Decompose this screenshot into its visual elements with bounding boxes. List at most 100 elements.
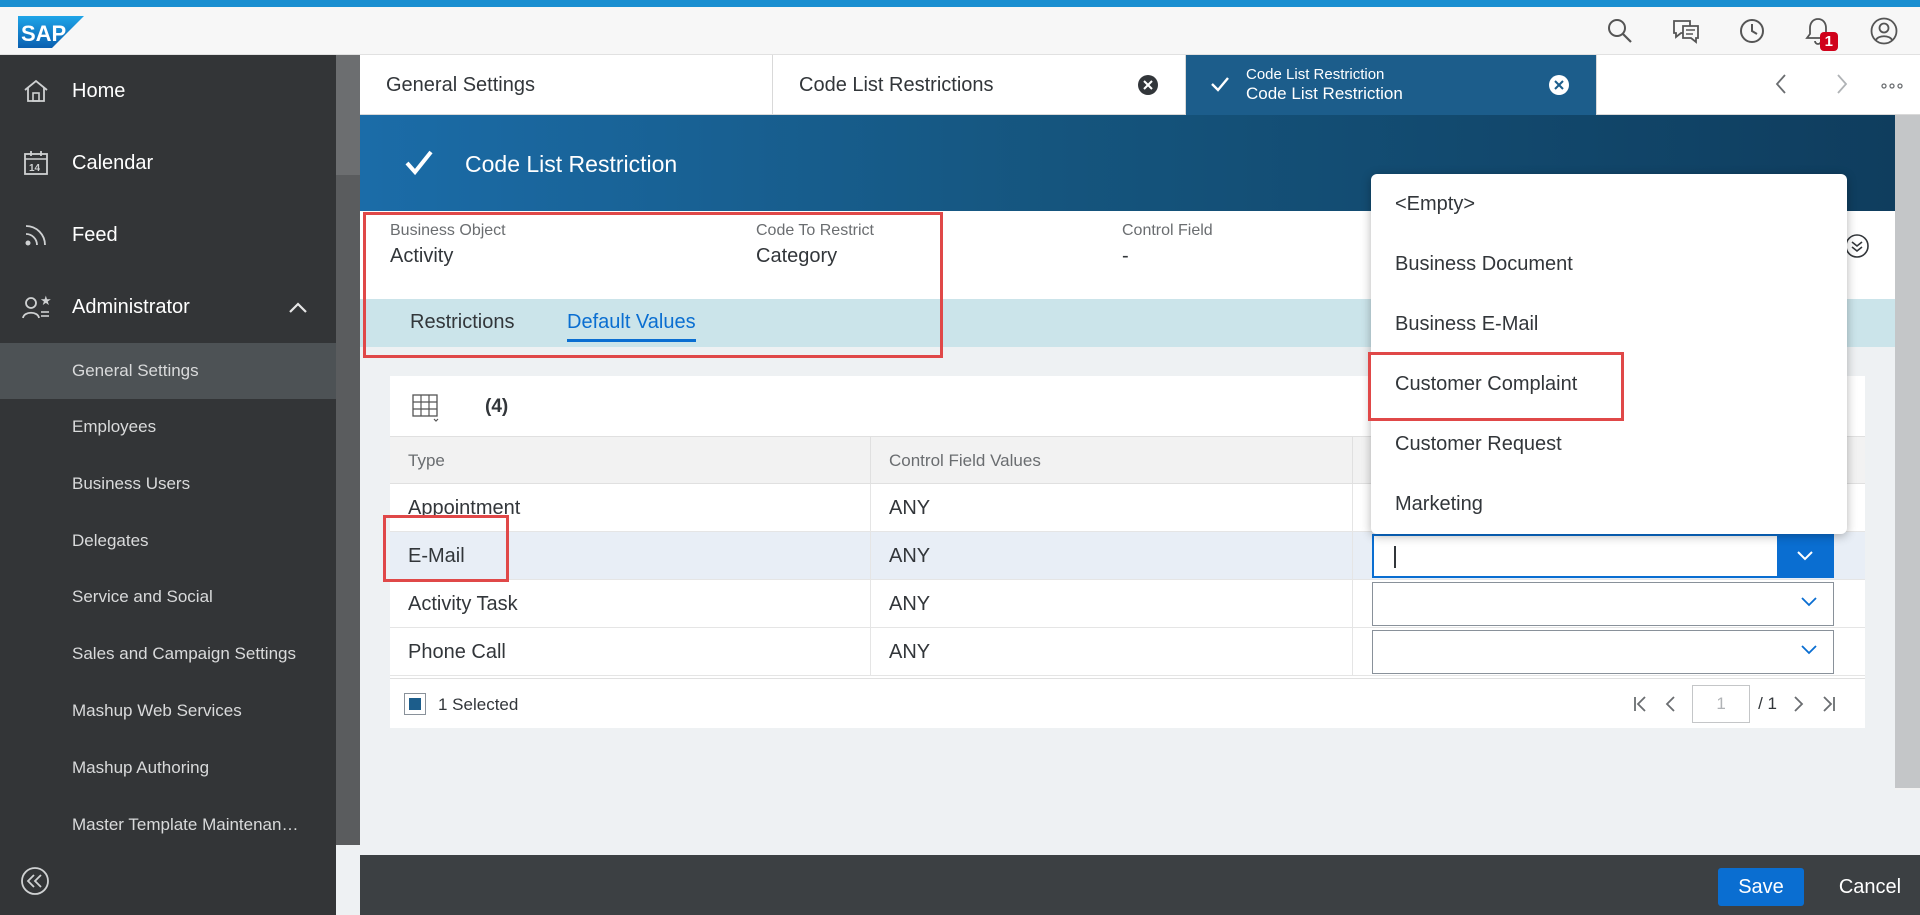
sidebar-scrollbar[interactable] bbox=[336, 55, 360, 845]
chevron-up-icon[interactable] bbox=[288, 297, 308, 320]
tab-general-settings[interactable]: General Settings bbox=[360, 55, 773, 115]
sidebar-item-home[interactable]: Home bbox=[0, 55, 336, 127]
cell-control-field-values: ANY bbox=[871, 580, 1353, 628]
last-page-icon[interactable] bbox=[1819, 694, 1837, 714]
sidebar-item-label: Home bbox=[72, 79, 126, 102]
tab-label: Code List Restriction bbox=[1246, 84, 1403, 103]
next-page-icon[interactable] bbox=[1791, 694, 1805, 714]
cell-control-field-values: ANY bbox=[871, 484, 1353, 532]
dropdown-option-marketing[interactable]: Marketing bbox=[1371, 474, 1847, 534]
table-row[interactable]: E-Mail ANY bbox=[390, 532, 1865, 580]
field-label: Business Object bbox=[390, 222, 506, 239]
chevron-down-icon[interactable] bbox=[1799, 643, 1819, 662]
sidebar-item-sales-and-campaign-settings[interactable]: Sales and Campaign Settings bbox=[0, 626, 336, 682]
default-value-select[interactable] bbox=[1372, 630, 1834, 674]
tab-code-list-restrictions[interactable]: Code List Restrictions bbox=[773, 55, 1186, 115]
cell-type: E-Mail bbox=[390, 532, 871, 580]
sidebar-item-calendar[interactable]: 14 Calendar bbox=[0, 127, 336, 199]
sidebar-item-administrator[interactable]: ★ Administrator bbox=[0, 271, 336, 343]
history-icon[interactable] bbox=[1730, 13, 1774, 49]
calendar-icon: 14 bbox=[0, 149, 72, 177]
sidebar-item-master-template-maintenance[interactable]: Master Template Maintenan… bbox=[0, 797, 336, 853]
sidebar-item-feed[interactable]: Feed bbox=[0, 199, 336, 271]
dropdown-option-customer-complaint[interactable]: Customer Complaint bbox=[1371, 354, 1847, 414]
sidebar-item-general-settings[interactable]: General Settings bbox=[0, 343, 336, 399]
previous-page-icon[interactable] bbox=[1664, 694, 1678, 714]
user-icon[interactable] bbox=[1862, 13, 1906, 49]
field-value: - bbox=[1122, 245, 1129, 267]
sidebar-item-business-users[interactable]: Business Users bbox=[0, 456, 336, 512]
sidebar-item-label: Administrator bbox=[72, 295, 190, 318]
sidebar-item-mashup-web-services[interactable]: Mashup Web Services bbox=[0, 683, 336, 739]
cell-control-field-values: ANY bbox=[871, 532, 1353, 580]
sidebar-item-employees[interactable]: Employees bbox=[0, 399, 336, 455]
page-title: Code List Restriction bbox=[465, 151, 678, 177]
cell-type: Activity Task bbox=[390, 580, 871, 628]
selected-count-text: 1 Selected bbox=[438, 695, 519, 714]
cancel-button[interactable]: Cancel bbox=[1835, 868, 1905, 906]
tab-code-list-restriction[interactable]: Code List Restriction Code List Restrict… bbox=[1186, 55, 1597, 115]
dropdown-toggle-button[interactable] bbox=[1777, 536, 1832, 576]
calendar-icon-text: 14 bbox=[29, 163, 41, 174]
shell-bar: SAP 1 bbox=[0, 7, 1920, 55]
select-all-checkbox[interactable] bbox=[404, 693, 426, 715]
check-icon bbox=[404, 149, 434, 182]
chat-icon[interactable] bbox=[1664, 13, 1708, 49]
column-header-control-field-values[interactable]: Control Field Values bbox=[871, 437, 1353, 485]
bell-icon[interactable]: 1 bbox=[1796, 13, 1840, 51]
cell-type: Appointment bbox=[390, 484, 871, 532]
tab-default-values[interactable]: Default Values bbox=[567, 311, 696, 342]
chevron-down-icon[interactable] bbox=[1799, 595, 1819, 614]
column-header-type[interactable]: Type bbox=[390, 437, 871, 485]
collapse-sidebar-icon[interactable] bbox=[20, 866, 50, 901]
field-control-field: Control Field - bbox=[1122, 222, 1213, 268]
first-page-icon[interactable] bbox=[1632, 694, 1650, 714]
sidebar-item-label: Calendar bbox=[72, 151, 154, 174]
sidebar-item-label: Feed bbox=[72, 223, 118, 246]
default-value-select[interactable] bbox=[1372, 534, 1834, 578]
table-row[interactable]: Phone Call ANY bbox=[390, 628, 1865, 676]
field-code-to-restrict: Code To Restrict Category bbox=[756, 222, 874, 268]
table-settings-icon[interactable] bbox=[410, 392, 442, 429]
default-value-select[interactable] bbox=[1372, 582, 1834, 626]
dropdown-option-business-document[interactable]: Business Document bbox=[1371, 234, 1847, 294]
page-scrollbar[interactable] bbox=[1895, 115, 1920, 790]
search-icon[interactable] bbox=[1598, 13, 1642, 49]
save-button[interactable]: Save bbox=[1718, 868, 1804, 906]
dropdown-option-customer-request[interactable]: Customer Request bbox=[1371, 414, 1847, 474]
tab-restrictions[interactable]: Restrictions bbox=[410, 311, 514, 334]
table-row-count: (4) bbox=[485, 396, 509, 417]
expand-header-icon[interactable] bbox=[1844, 233, 1870, 264]
tab-label: General Settings bbox=[386, 73, 535, 96]
sap-logo[interactable]: SAP bbox=[18, 16, 84, 48]
footer-toolbar: Save Cancel bbox=[360, 855, 1920, 915]
notification-badge: 1 bbox=[1819, 32, 1838, 51]
tab-next-icon[interactable] bbox=[1834, 72, 1850, 101]
table-footer: 1 Selected 1 / 1 bbox=[390, 678, 1865, 728]
check-icon bbox=[1210, 75, 1230, 99]
svg-text:★: ★ bbox=[40, 294, 51, 309]
dropdown-option-empty[interactable]: <Empty> bbox=[1371, 174, 1847, 234]
sidebar-item-delegates[interactable]: Delegates bbox=[0, 513, 336, 569]
table-row[interactable]: Activity Task ANY bbox=[390, 580, 1865, 628]
close-tab-icon[interactable] bbox=[1137, 74, 1159, 102]
sidebar-item-service-and-social[interactable]: Service and Social bbox=[0, 569, 336, 625]
page-total: / 1 bbox=[1758, 694, 1777, 713]
page-scrollbar-thumb[interactable] bbox=[1895, 115, 1920, 788]
sidebar-item-mashup-authoring[interactable]: Mashup Authoring bbox=[0, 740, 336, 796]
cell-control-field-values: ANY bbox=[871, 628, 1353, 676]
field-value: Activity bbox=[390, 245, 454, 267]
dropdown-option-business-email[interactable]: Business E-Mail bbox=[1371, 294, 1847, 354]
sidebar-scrollbar-thumb[interactable] bbox=[336, 55, 360, 175]
tab-sublabel: Code List Restriction bbox=[1246, 66, 1385, 83]
tab-previous-icon[interactable] bbox=[1773, 72, 1789, 101]
page-number-input[interactable]: 1 bbox=[1692, 685, 1751, 723]
field-label: Control Field bbox=[1122, 222, 1213, 239]
tab-bar: General Settings Code List Restrictions … bbox=[360, 55, 1920, 115]
tab-text-stack: Code List Restriction Code List Restrict… bbox=[1246, 66, 1403, 104]
top-accent-line bbox=[0, 0, 1920, 7]
close-tab-icon[interactable] bbox=[1548, 74, 1570, 102]
text-caret bbox=[1394, 546, 1396, 568]
pagination: 1 / 1 bbox=[1632, 685, 1837, 723]
overflow-menu-icon[interactable] bbox=[1880, 77, 1904, 95]
